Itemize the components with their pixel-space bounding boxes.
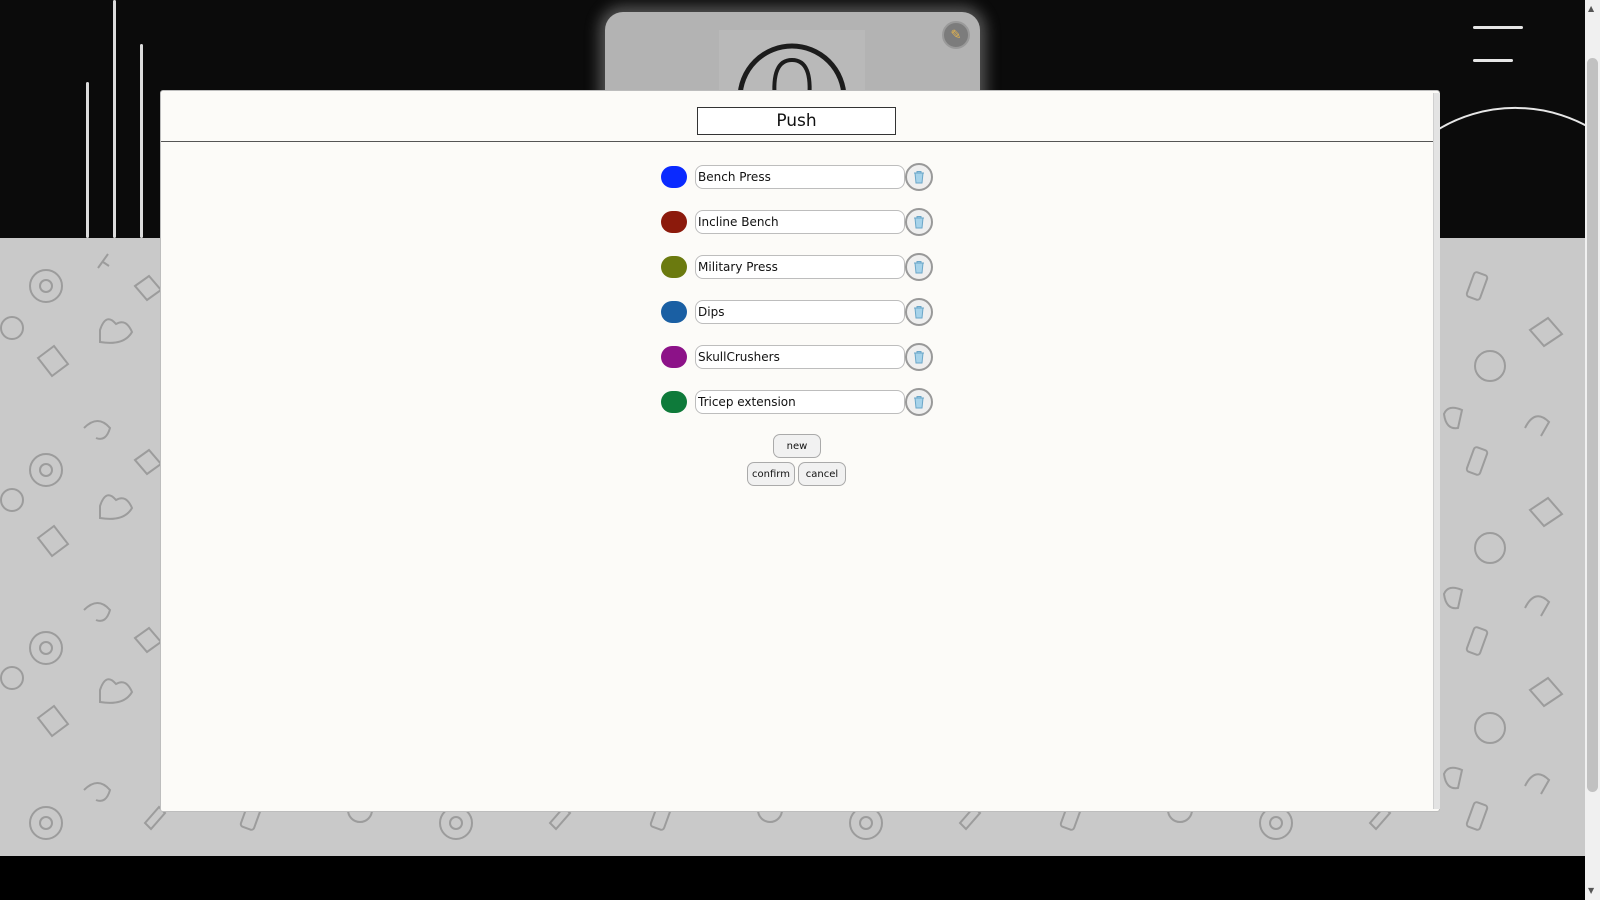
exercise-name-input[interactable] (695, 345, 905, 369)
exercise-row (661, 208, 941, 236)
scroll-down-icon[interactable]: ▼ (1588, 886, 1594, 895)
color-picker[interactable] (661, 166, 687, 188)
exercise-name-input[interactable] (695, 165, 905, 189)
exercise-row (661, 253, 941, 281)
decorative-line (113, 0, 116, 238)
page-scrollbar[interactable]: ▲ ▼ (1585, 0, 1600, 900)
pencil-icon[interactable]: ✎ (942, 21, 970, 49)
delete-exercise-button[interactable] (905, 388, 933, 416)
color-picker[interactable] (661, 256, 687, 278)
exercise-name-input[interactable] (695, 255, 905, 279)
delete-exercise-button[interactable] (905, 343, 933, 371)
color-picker[interactable] (661, 301, 687, 323)
workout-title-input[interactable] (697, 107, 896, 135)
trash-icon (914, 261, 924, 274)
delete-exercise-button[interactable] (905, 208, 933, 236)
delete-exercise-button[interactable] (905, 298, 933, 326)
dialog-scrollbar[interactable] (1433, 93, 1440, 809)
new-exercise-button[interactable]: new (773, 434, 821, 458)
exercise-name-input[interactable] (695, 300, 905, 324)
exercise-name-input[interactable] (695, 390, 905, 414)
cancel-button[interactable]: cancel (798, 462, 846, 486)
confirm-button[interactable]: confirm (747, 462, 795, 486)
trash-icon (914, 171, 924, 184)
trash-icon (914, 396, 924, 409)
scrollbar-thumb[interactable] (1587, 58, 1598, 792)
color-picker[interactable] (661, 211, 687, 233)
exercise-row (661, 163, 941, 191)
trash-icon (914, 351, 924, 364)
exercise-row (661, 298, 941, 326)
trash-icon (914, 306, 924, 319)
scroll-up-icon[interactable]: ▲ (1588, 4, 1594, 13)
exercise-row (661, 343, 941, 371)
exercise-name-input[interactable] (695, 210, 905, 234)
delete-exercise-button[interactable] (905, 163, 933, 191)
decorative-line (140, 44, 143, 238)
color-picker[interactable] (661, 391, 687, 413)
exercise-row (661, 388, 941, 416)
delete-exercise-button[interactable] (905, 253, 933, 281)
color-picker[interactable] (661, 346, 687, 368)
decorative-arc (1433, 106, 1600, 135)
trash-icon (914, 216, 924, 229)
dialog-header (161, 91, 1439, 142)
footer-background (0, 856, 1585, 900)
hamburger-icon[interactable] (1470, 22, 1530, 70)
decorative-line (86, 82, 89, 238)
edit-workout-dialog: new confirm cancel (160, 90, 1440, 812)
